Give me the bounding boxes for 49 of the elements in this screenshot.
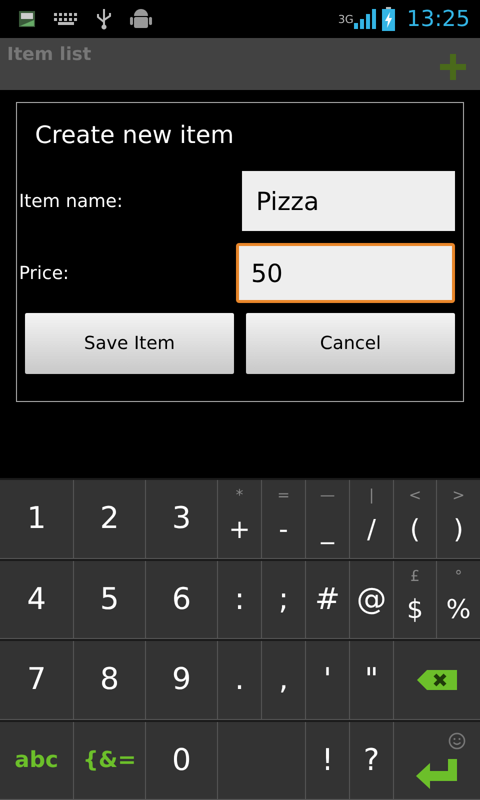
android-icon: [130, 7, 152, 31]
key[interactable]: 5: [73, 560, 145, 638]
key[interactable]: 3: [145, 480, 217, 558]
key[interactable]: 0: [145, 722, 217, 799]
key[interactable]: !: [305, 722, 349, 799]
key[interactable]: 8: [73, 641, 145, 718]
key[interactable]: #: [305, 560, 349, 638]
key[interactable]: ?: [349, 722, 393, 799]
key[interactable]: ° %: [436, 560, 480, 638]
key[interactable]: 2: [73, 480, 145, 558]
mode-key[interactable]: {&=: [73, 722, 145, 799]
key[interactable]: ': [305, 641, 349, 718]
key[interactable]: :: [217, 560, 261, 638]
clock: 13:25: [406, 6, 470, 32]
key[interactable]: — _: [305, 480, 349, 558]
dialog-button[interactable]: Cancel: [246, 313, 455, 374]
field-label: Price:: [19, 262, 69, 284]
key[interactable]: £ $: [393, 560, 436, 638]
key[interactable]: ,: [261, 641, 305, 718]
sim-card-icon: [18, 10, 36, 28]
key[interactable]: * +: [217, 480, 261, 558]
dialog-button[interactable]: Save Item: [25, 313, 234, 374]
backspace-icon[interactable]: [417, 670, 457, 690]
network-type: 3G: [338, 12, 354, 26]
keyboard-icon: [54, 13, 78, 25]
key[interactable]: @: [349, 560, 393, 638]
mode-key[interactable]: abc: [0, 722, 73, 799]
key[interactable]: 9: [145, 641, 217, 718]
field-label: Item name:: [19, 190, 123, 212]
input-field[interactable]: Pizza: [242, 171, 455, 231]
add-icon[interactable]: [440, 54, 466, 80]
key[interactable]: 1: [0, 480, 73, 558]
usb-icon: [96, 8, 112, 30]
key[interactable]: .: [217, 641, 261, 718]
key[interactable]: | /: [349, 480, 393, 558]
smiley-icon[interactable]: [448, 732, 466, 750]
key[interactable]: < (: [393, 480, 436, 558]
enter-icon[interactable]: [416, 759, 458, 789]
key[interactable]: ;: [261, 560, 305, 638]
key[interactable]: 7: [0, 641, 73, 718]
key[interactable]: = -: [261, 480, 305, 558]
dialog-title: Create new item: [34, 120, 235, 151]
key[interactable]: > ): [436, 480, 480, 558]
battery-charging-icon: [382, 7, 395, 31]
key[interactable]: ": [349, 641, 393, 718]
input-field[interactable]: 50: [236, 243, 455, 303]
key[interactable]: 4: [0, 560, 73, 638]
key[interactable]: 6: [145, 560, 217, 638]
signal-icon: [354, 9, 376, 29]
